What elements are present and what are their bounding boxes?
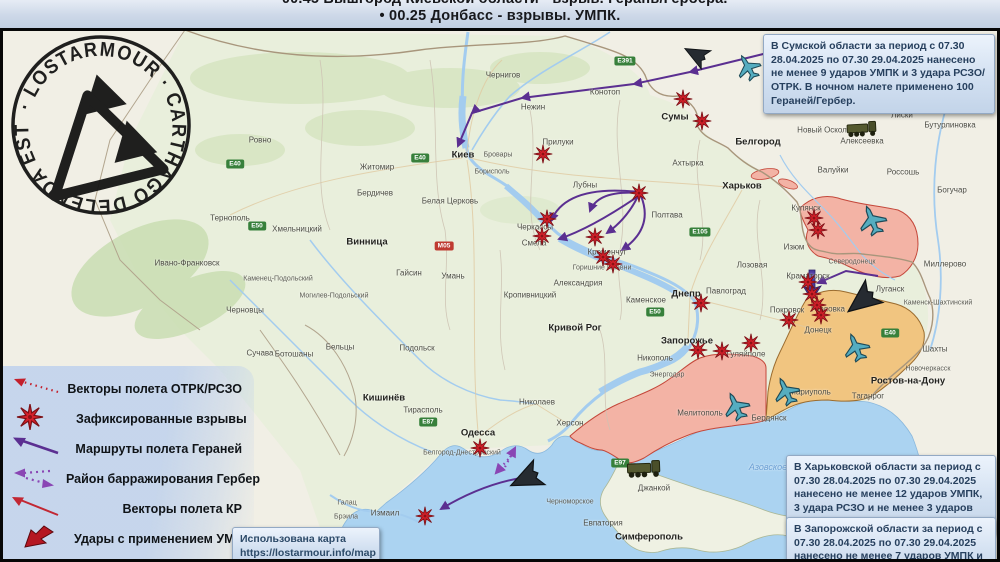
attribution-url: https://lostarmour.info/map — [240, 546, 376, 559]
legend-label: Район барражирования Гербер — [66, 472, 261, 486]
legend-label: Векторы полета КР — [122, 502, 242, 516]
legend-item-umpk: Удары с применением УМПК — [6, 524, 251, 555]
legend-item-gerbera: Район барражирования Гербер — [6, 464, 260, 495]
title-line-2: • 00.25 Донбасс - взрывы. УМПК. — [379, 8, 621, 24]
info-box-sumy: В Сумской области за период с 07.30 28.0… — [763, 34, 995, 115]
geran-route-icon — [6, 434, 66, 465]
title-line-1: • 00.45 Вышгород Киевской области - взры… — [0, 0, 1000, 8]
cruise-missile-icon — [6, 494, 66, 525]
legend-label: Удары с применением УМПК — [74, 532, 252, 546]
legend-panel: Векторы полета ОТРК/РСЗО Зафиксированные… — [0, 366, 260, 562]
gerbera-loiter-icon — [6, 464, 66, 495]
legend-label: Маршруты полета Гераней — [75, 442, 242, 456]
map-attribution: Использована карта https://lostarmour.in… — [232, 527, 380, 562]
title-bar: • 00.45 Вышгород Киевской области - взры… — [0, 0, 1000, 28]
umpk-strike-icon — [6, 524, 74, 555]
legend-label: Зафиксированные взрывы — [76, 412, 247, 426]
legend-item-geran: Маршруты полета Гераней — [6, 434, 246, 464]
legend-item-otrk: Векторы полета ОТРК/РСЗО — [6, 374, 246, 404]
legend-item-explosions: Зафиксированные взрывы — [6, 402, 247, 435]
map-screenshot: Ровно Житомир Бердичев Белая Церковь Тернопо… — [0, 0, 1000, 562]
legend-item-cruise: Векторы полета КР — [6, 494, 246, 524]
legend-label: Векторы полета ОТРК/РСЗО — [67, 382, 242, 396]
attribution-line: Использована карта — [240, 533, 346, 545]
otrk-vector-icon — [6, 374, 66, 405]
info-box-zaporizhzhia: В Запорожской области за период с 07.30 … — [786, 517, 996, 562]
explosion-icon — [6, 402, 76, 435]
